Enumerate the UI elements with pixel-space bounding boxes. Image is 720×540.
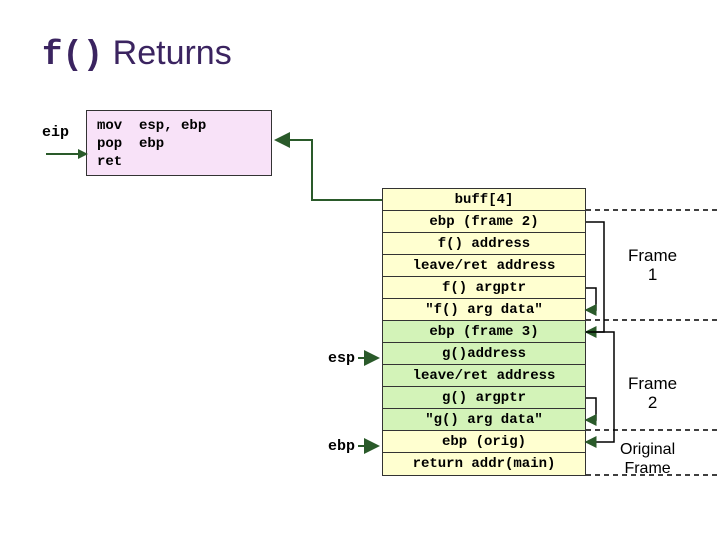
frame-1-label: Frame1 (628, 246, 677, 284)
esp-label: esp (328, 350, 355, 367)
frame-2-text: Frame2 (628, 374, 677, 412)
stack-row-f-addr: f() address (383, 233, 585, 255)
stack-row-ebp-orig: ebp (orig) (383, 431, 585, 453)
title-mono: f() (42, 37, 103, 75)
stack-row-buff: buff[4] (383, 189, 585, 211)
code-line-2: pop ebp (97, 136, 164, 152)
stack-row-g-argdat: "g() arg data" (383, 409, 585, 431)
stack-row-ebp-f3: ebp (frame 3) (383, 321, 585, 343)
frame-2-label: Frame2 (628, 374, 677, 412)
eip-arrow-icon (46, 148, 88, 160)
eip-label: eip (42, 124, 69, 141)
stack-row-lr-1: leave/ret address (383, 255, 585, 277)
stack-diagram: buff[4] ebp (frame 2) f() address leave/… (382, 188, 586, 476)
ebp-label: ebp (328, 438, 355, 455)
stack-row-f-argdat: "f() arg data" (383, 299, 585, 321)
code-line-3: ret (97, 154, 122, 170)
stack-row-ret-main: return addr(main) (383, 453, 585, 475)
frame-orig-text: OriginalFrame (620, 441, 675, 477)
stack-row-f-argptr: f() argptr (383, 277, 585, 299)
frame-orig-label: OriginalFrame (620, 440, 675, 478)
stack-row-g-addr: g()address (383, 343, 585, 365)
code-line-1: mov esp, ebp (97, 118, 206, 134)
stack-row-g-argptr: g() argptr (383, 387, 585, 409)
code-box: mov esp, ebp pop ebp ret (86, 110, 272, 176)
stack-row-ebp-f2: ebp (frame 2) (383, 211, 585, 233)
slide-title: f() Returns (42, 34, 232, 75)
stack-row-lr-2: leave/ret address (383, 365, 585, 387)
connector-lines (0, 0, 720, 540)
title-rest: Returns (103, 34, 232, 72)
frame-1-text: Frame1 (628, 246, 677, 284)
